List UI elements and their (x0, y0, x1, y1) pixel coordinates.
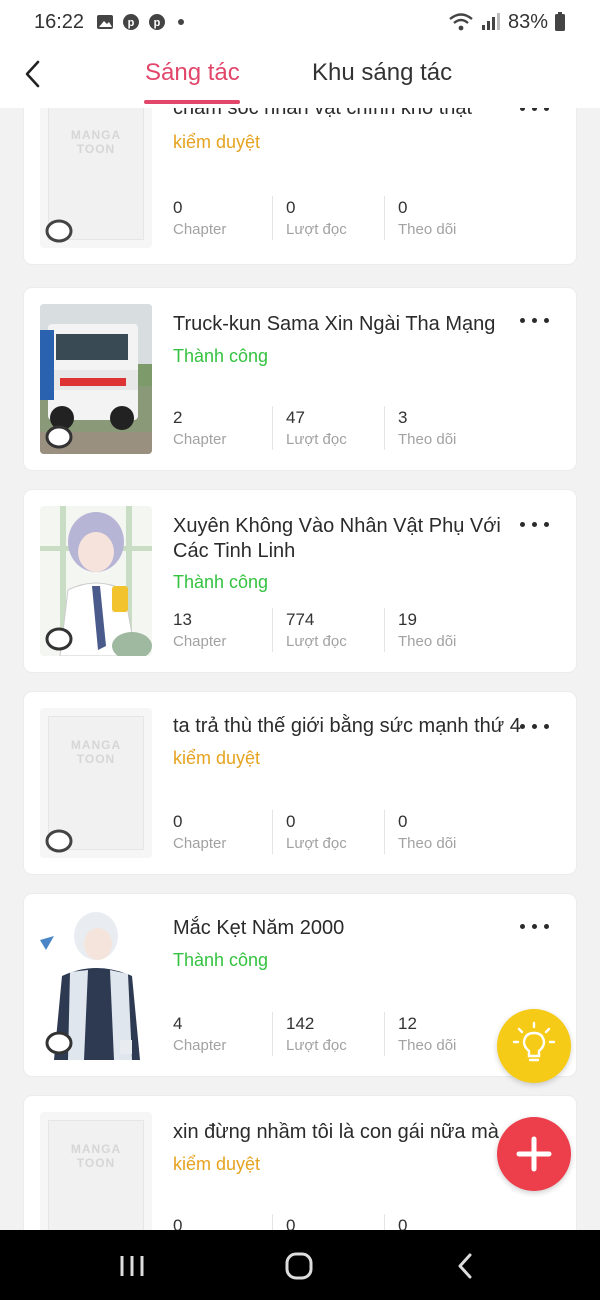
top-header: Sáng tác Khu sáng tác (0, 44, 600, 108)
chapter-count: 0 (173, 198, 183, 217)
notification-dot-icon (178, 19, 185, 25)
home-icon[interactable] (279, 1250, 319, 1282)
work-card[interactable]: MANGA TOON xin đừng nhầm tôi là con gái n… (24, 1096, 576, 1230)
read-count: 774 (286, 610, 315, 629)
more-options-button[interactable] (518, 108, 552, 116)
work-status: Thành công (173, 346, 269, 366)
follow-count: 19 (398, 610, 417, 629)
work-status: kiểm duyệt (173, 132, 261, 152)
wifi-icon (449, 13, 473, 31)
battery-icon (555, 12, 565, 31)
work-stats: 0Chapter 0Lượt đọc 0Theo dõi (173, 1214, 553, 1230)
mangatoon-logo: MANGA TOON (70, 128, 122, 156)
read-count: 0 (286, 1216, 296, 1230)
signal-icon (481, 13, 500, 30)
read-count: 47 (286, 408, 305, 427)
chapter-count: 4 (173, 1014, 183, 1033)
cover-placeholder[interactable]: MANGA TOON (40, 708, 152, 858)
work-card[interactable]: Truck-kun Sama Xin Ngài Tha Mạng Thành c… (24, 288, 576, 470)
svg-text:p: p (154, 17, 161, 29)
idea-button[interactable] (497, 1009, 571, 1083)
chapter-count: 0 (173, 1216, 183, 1230)
work-status: kiểm duyệt (173, 748, 261, 768)
comment-icon (45, 1031, 73, 1055)
mangatoon-logo: MANGA TOON (70, 738, 122, 766)
cover-placeholder[interactable]: MANGA TOON (40, 1112, 152, 1230)
chapter-count: 13 (173, 610, 192, 629)
work-title[interactable]: Mắc Kẹt Năm 2000 (173, 916, 533, 941)
plus-icon (516, 1136, 552, 1172)
work-status: Thành công (173, 950, 269, 970)
more-options-button[interactable] (518, 920, 552, 934)
tab-creations[interactable]: Sáng tác (145, 59, 240, 87)
work-title[interactable]: chăm sóc nhân vật chính khó thật (173, 108, 533, 121)
work-stats: 0Chapter 0Lượt đọc 0Theo dõi (173, 810, 553, 856)
comment-icon (45, 829, 73, 853)
follow-count: 0 (398, 1216, 408, 1230)
follow-count: 0 (398, 812, 408, 831)
back-nav-icon[interactable] (446, 1250, 486, 1282)
follow-count: 12 (398, 1014, 417, 1033)
work-card[interactable]: MANGA TOON ta trả thù thế giới bằng sức m… (24, 692, 576, 874)
work-stats: 4 Chapter 142 Lượt đọc 12 Theo dõi (173, 1012, 553, 1058)
battery-percent: 83% (507, 10, 548, 33)
follow-count: 0 (398, 198, 408, 217)
work-stats: 2 Chapter 47 Lượt đọc 3 Theo dõi (173, 406, 553, 452)
read-count: 0 (286, 198, 296, 217)
comment-icon (45, 219, 73, 243)
pinterest-icon: p (123, 14, 140, 30)
work-title[interactable]: Xuyên Không Vào Nhân Vật Phụ Với Các Tin… (173, 514, 533, 564)
work-card[interactable]: MANGA TOON chăm sóc nhân vật chính khó th… (24, 108, 576, 264)
work-title[interactable]: ta trả thù thế giới bằng sức mạnh thứ 4 (173, 714, 533, 739)
lightbulb-icon (512, 1021, 556, 1062)
cover-anime-boy-jacket[interactable] (40, 910, 152, 1060)
work-card[interactable]: Xuyên Không Vào Nhân Vật Phụ Với Các Tin… (24, 490, 576, 672)
active-tab-indicator (144, 100, 240, 104)
tab-creation-area[interactable]: Khu sáng tác (312, 59, 452, 87)
cover-anime-boy-drink[interactable] (40, 506, 152, 656)
screen: 16:22 p p 83% Sáng tác Khu sáng tác MANG… (0, 0, 600, 1300)
work-stats: 0Chapter 0Lượt đọc 0Theo dõi (173, 196, 553, 242)
more-options-button[interactable] (518, 314, 552, 328)
read-count: 0 (286, 812, 296, 831)
image-icon (97, 15, 114, 29)
read-count: 142 (286, 1014, 315, 1033)
svg-text:p: p (128, 17, 135, 29)
status-bar: 16:22 p p 83% (0, 0, 600, 44)
work-status: Thành công (173, 572, 269, 592)
system-nav-bar (0, 1230, 600, 1300)
work-card[interactable]: Mắc Kẹt Năm 2000 Thành công 4 Chapter 142… (24, 894, 576, 1076)
more-options-button[interactable] (518, 720, 552, 734)
work-title[interactable]: Truck-kun Sama Xin Ngài Tha Mạng (173, 312, 533, 337)
add-work-button[interactable] (497, 1117, 571, 1191)
cover-truck-photo[interactable] (40, 304, 152, 454)
work-title[interactable]: xin đừng nhầm tôi là con gái nữa mà (173, 1120, 533, 1145)
pinterest-icon: p (149, 14, 166, 30)
chapter-count: 2 (173, 408, 183, 427)
comment-icon (45, 425, 73, 449)
cover-placeholder[interactable]: MANGA TOON (40, 108, 152, 248)
work-status: kiểm duyệt (173, 1154, 261, 1174)
back-arrow-icon[interactable] (18, 58, 50, 90)
recent-apps-icon[interactable] (112, 1250, 152, 1282)
chapter-count: 0 (173, 812, 183, 831)
work-stats: 13 Chapter 774 Lượt đọc 19 Theo dõi (173, 608, 553, 654)
more-options-button[interactable] (518, 518, 552, 532)
status-time: 16:22 (34, 10, 85, 33)
follow-count: 3 (398, 408, 408, 427)
comment-icon (45, 627, 73, 651)
mangatoon-logo: MANGA TOON (70, 1142, 122, 1170)
